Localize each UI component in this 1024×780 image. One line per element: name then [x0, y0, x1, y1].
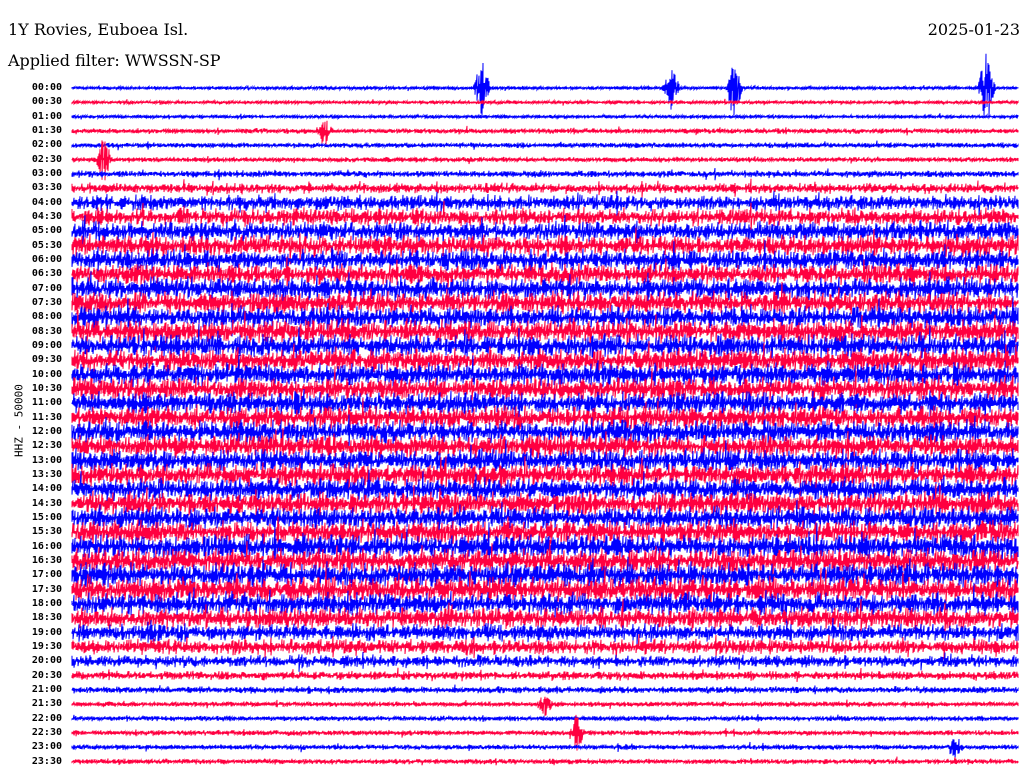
trace-row-0030 — [71, 98, 1019, 106]
trace-row-0300 — [71, 168, 1019, 181]
trace-row-0330 — [71, 178, 1019, 198]
trace-row-2130 — [71, 696, 1019, 716]
trace-row-0000 — [71, 53, 1019, 118]
trace-row-2030 — [71, 667, 1019, 682]
trace-row-2330 — [71, 756, 1019, 766]
trace-row-2100 — [71, 684, 1019, 695]
trace-row-0130 — [71, 120, 1019, 145]
trace-row-2000 — [71, 651, 1019, 672]
trace-row-0100 — [71, 112, 1019, 121]
trace-row-2300 — [71, 738, 1019, 759]
trace-row-0200 — [71, 140, 1019, 151]
helicorder-plot — [71, 53, 1019, 766]
